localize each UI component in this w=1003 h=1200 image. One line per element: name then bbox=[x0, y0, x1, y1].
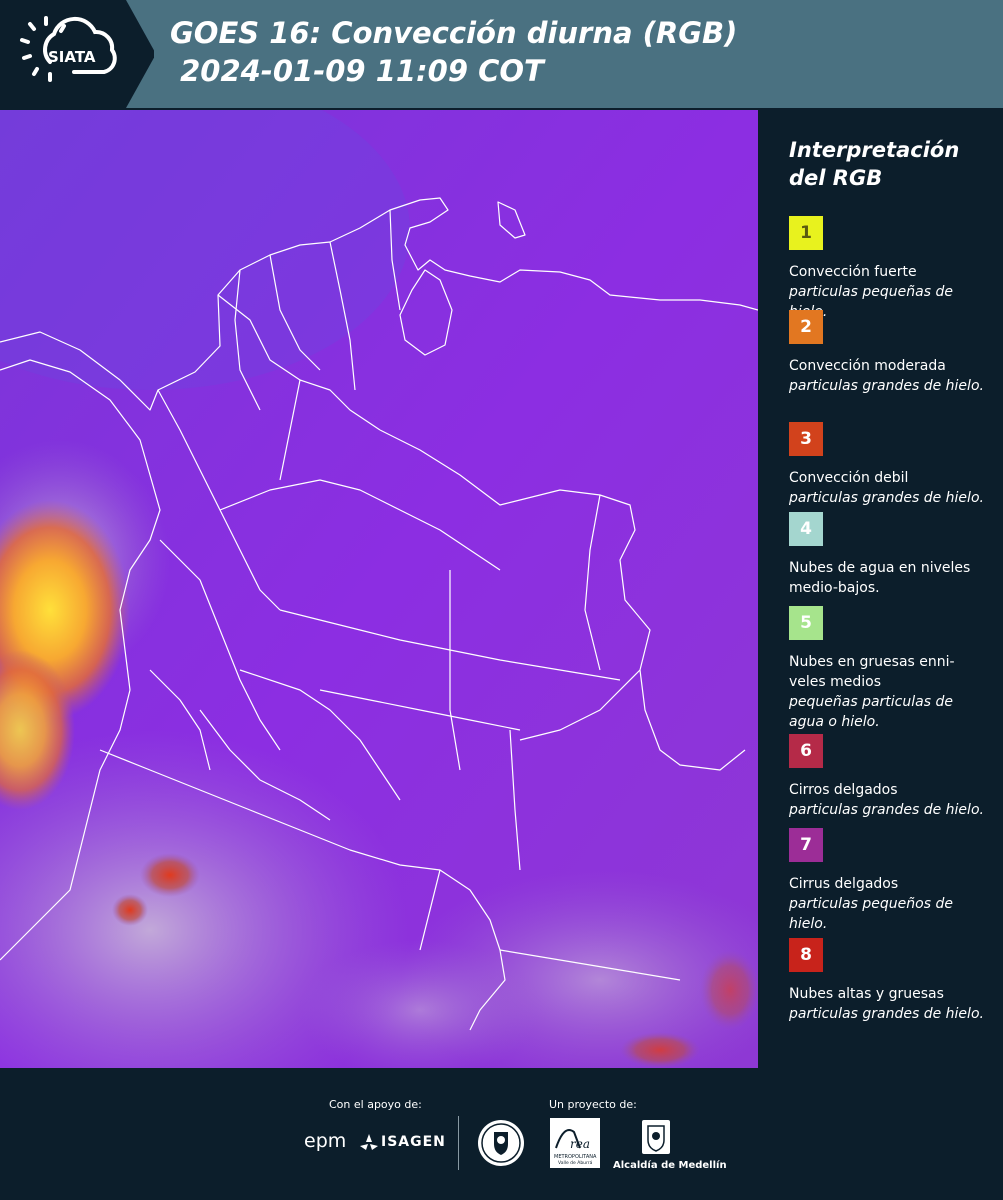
page-title: GOES 16: Convección diurna (RGB) 2024-01… bbox=[170, 14, 737, 90]
svg-text:METROPOLITANA: METROPOLITANA bbox=[554, 1154, 597, 1160]
medellin-seal-icon bbox=[476, 1118, 526, 1172]
svg-text:SIATA: SIATA bbox=[48, 48, 96, 66]
legend-item-6: 6 Cirros delgados particulas grandes de … bbox=[789, 734, 989, 820]
medellin-shield-icon bbox=[640, 1118, 672, 1162]
legend-item-4: 4 Nubes de agua en niveles medio-bajos. bbox=[789, 512, 989, 598]
isagen-icon bbox=[358, 1132, 380, 1158]
legend-item-subtitle: particulas grandes de hielo. bbox=[789, 802, 984, 818]
siata-logo: SIATA bbox=[0, 0, 156, 108]
legend-item-title: Cirrus delgados bbox=[789, 876, 899, 892]
header-bar: SIATA GOES 16: Convección diurna (RGB) 2… bbox=[0, 0, 1003, 108]
legend-item-subtitle: particulas grandes de hielo. bbox=[789, 1006, 984, 1022]
satellite-map bbox=[0, 110, 758, 1068]
svg-text:Valle de Aburrá: Valle de Aburrá bbox=[558, 1159, 593, 1166]
legend-item-subtitle: pequeñas particulas de agua o hielo. bbox=[789, 694, 953, 730]
legend-swatch-8: 8 bbox=[789, 938, 823, 972]
legend-item-8: 8 Nubes altas y gruesas particulas grand… bbox=[789, 938, 989, 1024]
legend-swatch-3: 3 bbox=[789, 422, 823, 456]
alcaldia-label: Alcaldía de Medellín bbox=[613, 1160, 727, 1171]
svg-text:rea: rea bbox=[570, 1137, 590, 1151]
legend-item-title: Convección moderada bbox=[789, 358, 946, 374]
legend-swatch-7: 7 bbox=[789, 828, 823, 862]
area-metropolitana-logo: rea METROPOLITANA Valle de Aburrá bbox=[550, 1118, 600, 1168]
legend-item-subtitle: particulas grandes de hielo. bbox=[789, 490, 984, 506]
legend-item-2: 2 Convección moderada particulas grandes… bbox=[789, 310, 989, 396]
isagen-logo: ISAGEN bbox=[381, 1134, 446, 1150]
legend-item-7: 7 Cirrus delgados particulas pequeños de… bbox=[789, 828, 989, 934]
legend-item-title: Nubes de agua en niveles medio-bajos. bbox=[789, 560, 971, 596]
legend-title: Interpretación del RGB bbox=[789, 138, 960, 190]
legend-item-title: Convección debil bbox=[789, 470, 909, 486]
legend-item-title: Cirros delgados bbox=[789, 782, 898, 798]
legend-swatch-4: 4 bbox=[789, 512, 823, 546]
legend-item-1: 1 Convección fuerte particulas pequeñas … bbox=[789, 216, 989, 322]
title-line-2: 2024-01-09 11:09 COT bbox=[170, 54, 544, 88]
legend-item-subtitle: particulas pequeños de hielo. bbox=[789, 896, 953, 932]
legend-item-3: 3 Convección debil particulas grandes de… bbox=[789, 422, 989, 508]
support-label: Con el apoyo de: bbox=[329, 1098, 422, 1111]
title-line-1: GOES 16: Convección diurna (RGB) bbox=[170, 16, 738, 50]
legend-swatch-2: 2 bbox=[789, 310, 823, 344]
legend-item-5: 5 Nubes en gruesas enni-veles medios peq… bbox=[789, 606, 989, 732]
project-label: Un proyecto de: bbox=[549, 1098, 637, 1111]
legend-item-title: Nubes en gruesas enni-veles medios bbox=[789, 654, 955, 690]
footer: Con el apoyo de: Un proyecto de: epm ISA… bbox=[0, 1070, 1003, 1200]
legend-swatch-1: 1 bbox=[789, 216, 823, 250]
legend-item-title: Nubes altas y gruesas bbox=[789, 986, 944, 1002]
legend-swatch-6: 6 bbox=[789, 734, 823, 768]
legend-swatch-5: 5 bbox=[789, 606, 823, 640]
epm-logo: epm bbox=[304, 1130, 347, 1152]
legend-item-subtitle: particulas grandes de hielo. bbox=[789, 378, 984, 394]
footer-divider bbox=[458, 1116, 459, 1170]
legend-item-title: Convección fuerte bbox=[789, 264, 917, 280]
